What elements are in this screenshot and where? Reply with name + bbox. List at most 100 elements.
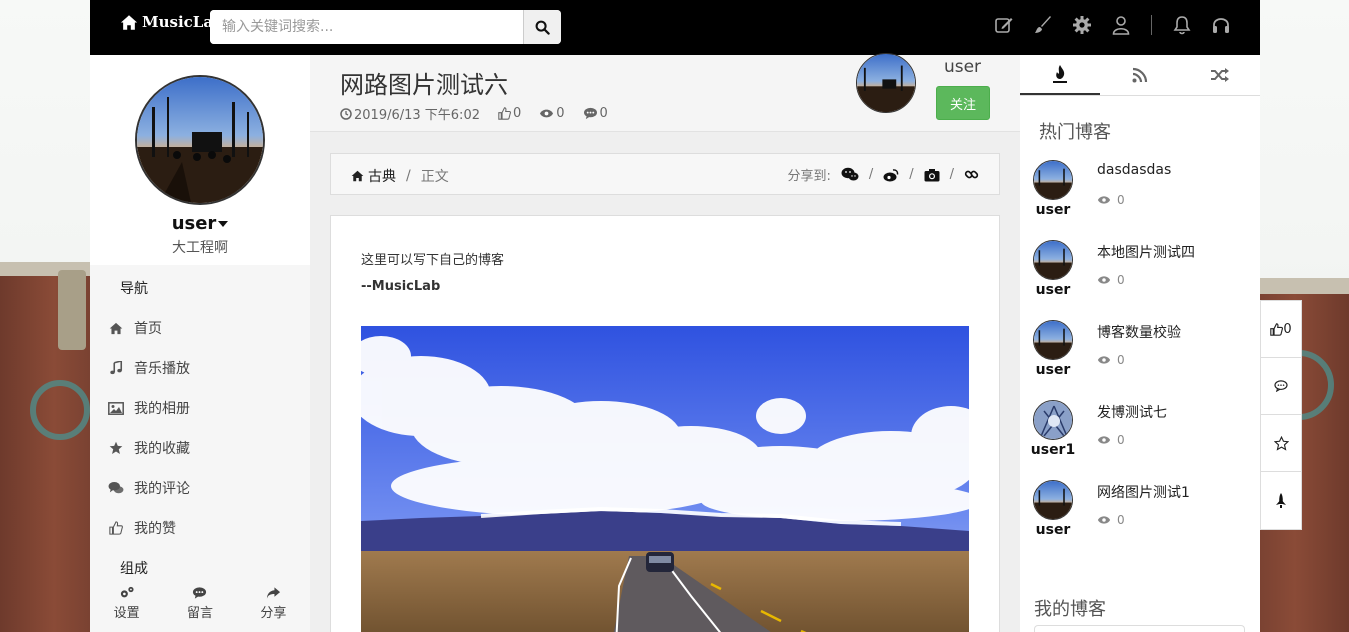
star-icon <box>1273 435 1289 451</box>
search-input[interactable] <box>210 10 523 44</box>
breadcrumb: 古典 / 正文 分享到: / / / <box>330 153 1000 195</box>
list-item[interactable]: user 本地图片测试四 0 <box>1020 240 1260 320</box>
blog-views: 0 <box>1097 273 1125 287</box>
float-favorite-button[interactable] <box>1261 415 1301 472</box>
settings-button[interactable] <box>1071 14 1093 36</box>
share-separator: / <box>949 167 954 182</box>
list-item[interactable]: user 博客数量校验 0 <box>1020 320 1260 400</box>
link-icon[interactable] <box>964 167 979 182</box>
left-sidebar: user 大工程啊 导航 首页 音乐播放 我的相册 我的收藏 我的评论 我的赞 … <box>90 55 310 632</box>
settings-shortcut[interactable]: 设置 <box>114 586 140 621</box>
blog-views: 0 <box>1097 433 1125 447</box>
float-comment-button[interactable] <box>1261 358 1301 415</box>
message-shortcut[interactable]: 留言 <box>187 586 213 621</box>
author-name[interactable]: user <box>935 57 990 77</box>
user-icon <box>1112 16 1130 35</box>
clock-icon <box>340 107 352 120</box>
blog-user: user <box>1035 282 1071 298</box>
edit-icon <box>995 18 1013 33</box>
wechat-icon[interactable] <box>841 167 859 182</box>
music-player-button[interactable] <box>1210 14 1232 36</box>
edit-button[interactable] <box>993 14 1015 36</box>
brand-logo[interactable]: MusicLab <box>120 13 224 31</box>
list-item[interactable]: user 网络图片测试1 0 <box>1020 480 1260 560</box>
image-icon <box>108 401 124 415</box>
avatar[interactable] <box>1033 160 1073 200</box>
nav-item-home[interactable]: 首页 <box>108 318 162 338</box>
blog-title[interactable]: 本地图片测试四 <box>1097 242 1195 262</box>
nav-item-album[interactable]: 我的相册 <box>108 398 190 418</box>
breadcrumb-current: 正文 <box>420 169 449 185</box>
eye-icon <box>1097 516 1111 524</box>
post-image[interactable] <box>361 326 969 632</box>
post-comments[interactable]: 0 <box>583 106 608 121</box>
blog-title[interactable]: 发博测试七 <box>1097 402 1167 422</box>
float-like-button[interactable]: 0 <box>1261 301 1301 358</box>
thumbs-up-icon <box>1270 322 1284 336</box>
list-item[interactable]: user1 发博测试七 0 <box>1020 400 1260 480</box>
avatar[interactable] <box>1033 480 1073 520</box>
avatar[interactable] <box>1033 320 1073 360</box>
topbar-divider <box>1151 15 1152 35</box>
list-item[interactable]: user dasdasdas 0 <box>1020 160 1260 240</box>
caret-down-icon <box>218 221 229 227</box>
comments-icon <box>108 482 124 494</box>
post-views: 0 <box>539 106 565 121</box>
share-shortcut[interactable]: 分享 <box>260 586 286 621</box>
blog-views: 0 <box>1097 353 1125 367</box>
author-avatar[interactable] <box>856 53 916 113</box>
blog-title[interactable]: 博客数量校验 <box>1097 322 1181 342</box>
search-icon <box>535 20 550 35</box>
breadcrumb-home[interactable]: 古典 <box>351 166 396 186</box>
hot-blogs-heading: 热门博客 <box>1039 122 1111 143</box>
eye-icon <box>540 109 554 118</box>
user-button[interactable] <box>1110 14 1132 36</box>
eye-icon <box>1097 276 1111 284</box>
blog-title[interactable]: 网络图片测试1 <box>1097 482 1190 502</box>
cogs-icon <box>120 586 134 598</box>
username-text: user <box>171 213 217 234</box>
my-blogs-heading: 我的博客 <box>1034 599 1106 620</box>
post-date: 2019/6/13 下午6:02 <box>340 104 480 123</box>
blog-title[interactable]: dasdasdas <box>1097 162 1171 178</box>
post-meta: 2019/6/13 下午6:02 0 0 0 <box>340 104 608 123</box>
tab-random[interactable] <box>1180 55 1260 95</box>
comment-icon <box>583 107 597 120</box>
nav-label: 我的评论 <box>134 481 190 497</box>
blog-views: 0 <box>1097 513 1125 527</box>
star-icon <box>109 441 123 454</box>
avatar[interactable] <box>1033 240 1073 280</box>
nav-item-favorites[interactable]: 我的收藏 <box>108 438 190 458</box>
share-label: 分享到: <box>787 169 831 184</box>
sidebar-bottom-bar: 设置 留言 分享 <box>90 578 310 632</box>
theme-button[interactable] <box>1032 14 1054 36</box>
main-content: 网路图片测试六 2019/6/13 下午6:02 0 0 0 user 关注 古… <box>310 53 1020 632</box>
follow-button[interactable]: 关注 <box>936 86 990 120</box>
search-button[interactable] <box>523 10 561 44</box>
my-blogs-box <box>1034 625 1245 632</box>
blog-user: user1 <box>1030 442 1076 458</box>
thumbs-up-icon <box>498 107 511 120</box>
right-sidebar: 热门博客 user dasdasdas 0 user 本地图片测试四 0 use… <box>1020 55 1260 632</box>
nav-item-comments[interactable]: 我的评论 <box>108 478 190 498</box>
notifications-button[interactable] <box>1171 14 1193 36</box>
post-likes[interactable]: 0 <box>498 106 521 121</box>
weibo-icon[interactable] <box>883 168 899 182</box>
eye-icon <box>1097 196 1111 204</box>
post-header: 网路图片测试六 2019/6/13 下午6:02 0 0 0 user 关注 <box>310 53 1020 132</box>
eye-icon <box>1097 356 1111 364</box>
nav-item-likes[interactable]: 我的赞 <box>108 518 176 538</box>
music-icon <box>110 361 123 375</box>
shortcut-label: 留言 <box>186 606 213 621</box>
nav-item-music[interactable]: 音乐播放 <box>108 358 190 378</box>
nav-label: 首页 <box>134 321 162 337</box>
share-bar: 分享到: / / / <box>787 165 979 184</box>
brush-icon <box>1035 16 1051 33</box>
camera-icon[interactable] <box>924 168 940 182</box>
profile-username[interactable]: user <box>90 213 310 234</box>
profile-avatar[interactable] <box>135 75 265 205</box>
float-top-button[interactable] <box>1261 472 1301 529</box>
tab-rss[interactable] <box>1100 55 1180 95</box>
tab-hot[interactable] <box>1020 55 1100 95</box>
avatar[interactable] <box>1033 400 1073 440</box>
